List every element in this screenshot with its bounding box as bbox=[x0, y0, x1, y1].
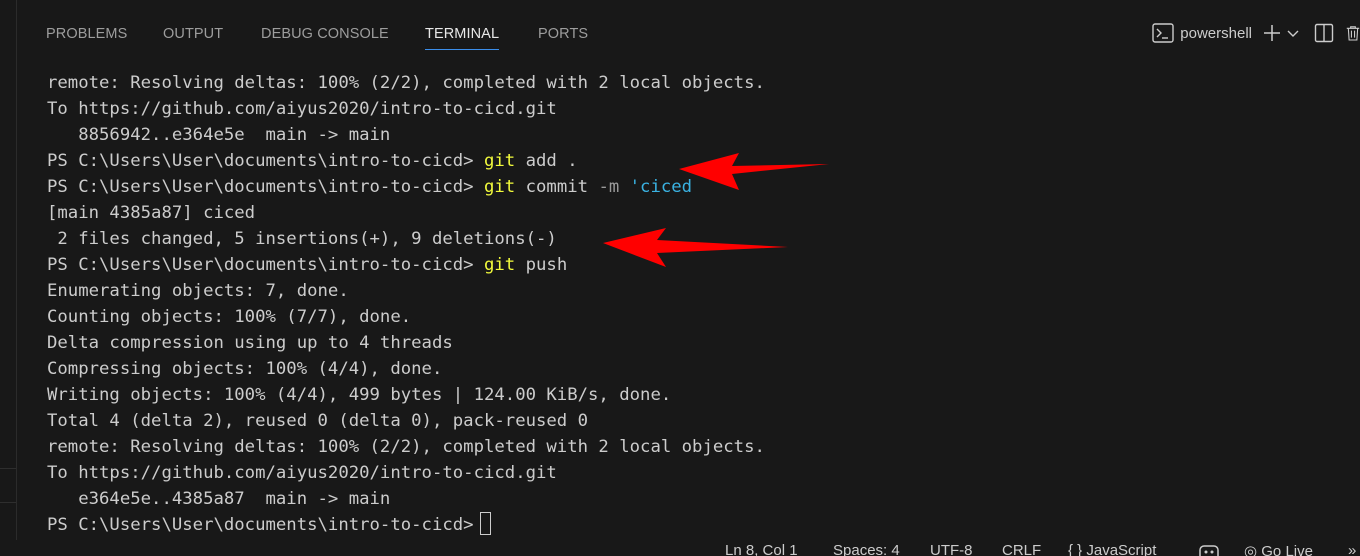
command-args: push bbox=[515, 255, 568, 275]
terminal-input-line[interactable]: PS C:\Users\User\documents\intro-to-cicd… bbox=[47, 512, 1347, 538]
copilot-icon[interactable] bbox=[1198, 542, 1220, 556]
terminal-icon[interactable] bbox=[1152, 23, 1174, 43]
terminal-line: [main 4385a87] ciced bbox=[47, 203, 256, 223]
status-bar: Ln 8, Col 1 Spaces: 4 UTF-8 CRLF { } Jav… bbox=[0, 540, 1360, 556]
braces-icon: { } bbox=[1068, 542, 1083, 556]
tab-ports[interactable]: PORTS bbox=[538, 26, 588, 42]
terminal-line: To https://github.com/aiyus2020/intro-to… bbox=[47, 99, 557, 119]
divider bbox=[0, 502, 16, 503]
terminal-line: e364e5e..4385a87 main -> main bbox=[47, 489, 391, 509]
line-ending[interactable]: CRLF bbox=[1002, 542, 1041, 556]
indentation[interactable]: Spaces: 4 bbox=[833, 542, 900, 556]
command-name: git bbox=[483, 177, 516, 197]
split-icon[interactable] bbox=[1314, 23, 1334, 43]
terminal-line: To https://github.com/aiyus2020/intro-to… bbox=[47, 463, 557, 483]
prompt: PS C:\Users\User\documents\intro-to-cicd… bbox=[47, 255, 474, 275]
annotation-arrow bbox=[603, 228, 788, 267]
terminal-toolbar: powershell bbox=[1152, 18, 1360, 48]
terminal-line: Total 4 (delta 2), reused 0 (delta 0), p… bbox=[47, 411, 589, 431]
tab-debug-console[interactable]: DEBUG CONSOLE bbox=[261, 26, 389, 42]
divider bbox=[0, 468, 16, 469]
terminal-line: Enumerating objects: 7, done. bbox=[47, 281, 349, 301]
terminal-line: Compressing objects: 100% (4/4), done. bbox=[47, 359, 443, 379]
prompt: PS C:\Users\User\documents\intro-to-cicd… bbox=[47, 515, 474, 535]
terminal-line: Writing objects: 100% (4/4), 499 bytes |… bbox=[47, 385, 672, 405]
shell-selector-label[interactable]: powershell bbox=[1180, 25, 1252, 42]
tab-terminal[interactable]: TERMINAL bbox=[425, 26, 500, 50]
language-mode[interactable]: { } JavaScript bbox=[1068, 542, 1156, 556]
terminal-output[interactable]: remote: Resolving deltas: 100% (2/2), co… bbox=[47, 70, 1347, 540]
tab-problems[interactable]: PROBLEMS bbox=[46, 26, 127, 42]
terminal-line: remote: Resolving deltas: 100% (2/2), co… bbox=[47, 73, 765, 93]
command-args: commit bbox=[515, 177, 599, 197]
terminal-line: 8856942..e364e5e main -> main bbox=[47, 125, 391, 145]
command-args: add . bbox=[515, 151, 578, 171]
tab-output[interactable]: OUTPUT bbox=[163, 26, 223, 42]
cursor-position[interactable]: Ln 8, Col 1 bbox=[725, 542, 798, 556]
command-name: git bbox=[483, 255, 516, 275]
encoding[interactable]: UTF-8 bbox=[930, 542, 973, 556]
broadcast-icon: ◎ bbox=[1244, 543, 1258, 556]
bottom-panel: PROBLEMS OUTPUT DEBUG CONSOLE TERMINAL P… bbox=[17, 0, 1360, 540]
prompt: PS C:\Users\User\documents\intro-to-cicd… bbox=[47, 151, 474, 171]
plus-icon[interactable] bbox=[1262, 23, 1282, 43]
terminal-line: Delta compression using up to 4 threads bbox=[47, 333, 453, 353]
chevron-down-icon[interactable] bbox=[1286, 23, 1300, 43]
trash-icon[interactable] bbox=[1346, 23, 1360, 43]
command-name: git bbox=[483, 151, 516, 171]
more-icon[interactable]: » bbox=[1348, 542, 1356, 556]
terminal-line: remote: Resolving deltas: 100% (2/2), co… bbox=[47, 437, 765, 457]
terminal-line: Counting objects: 100% (7/7), done. bbox=[47, 307, 412, 327]
prompt: PS C:\Users\User\documents\intro-to-cicd… bbox=[47, 177, 474, 197]
editor-left-edge bbox=[0, 0, 17, 556]
terminal-cursor bbox=[479, 512, 491, 535]
go-live-button[interactable]: ◎ Go Live bbox=[1244, 542, 1313, 556]
command-flag: -m bbox=[598, 177, 620, 197]
annotation-arrow bbox=[679, 153, 829, 190]
